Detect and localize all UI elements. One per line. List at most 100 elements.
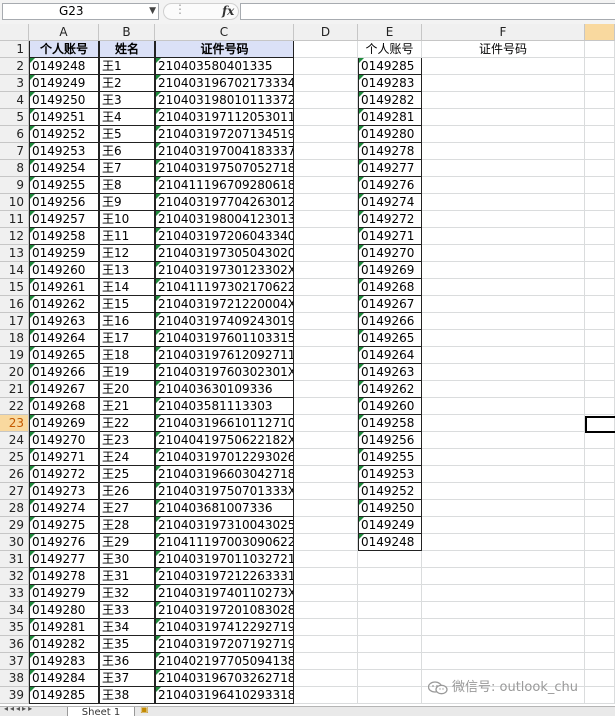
cell-g[interactable] [585, 143, 615, 160]
cell-f[interactable] [422, 296, 585, 313]
cell-c[interactable]: 210403197112053011 [155, 109, 294, 126]
cell-c[interactable]: 21040319721220004X [155, 296, 294, 313]
cell-g[interactable] [585, 228, 615, 245]
cell-b[interactable]: 王30 [99, 551, 155, 568]
cell-g[interactable] [585, 313, 615, 330]
cell-a[interactable]: 0149261 [29, 279, 99, 296]
cell-e[interactable] [358, 551, 422, 568]
cell-e[interactable]: 0149271 [358, 228, 422, 245]
cell-c[interactable]: 210403197212263331 [155, 568, 294, 585]
row-header[interactable]: 23 [0, 415, 29, 432]
cell-d[interactable] [294, 534, 358, 551]
cell-c[interactable]: 210403198004123013 [155, 211, 294, 228]
cell-b[interactable]: 王17 [99, 330, 155, 347]
cell-b[interactable]: 王8 [99, 177, 155, 194]
cell-d[interactable] [294, 415, 358, 432]
cell-g[interactable] [585, 585, 615, 602]
cell-b[interactable]: 王1 [99, 58, 155, 75]
cell-a[interactable]: 0149274 [29, 500, 99, 517]
cell-g[interactable] [585, 398, 615, 415]
row-header[interactable]: 22 [0, 398, 29, 415]
cell-b[interactable]: 王36 [99, 653, 155, 670]
cell-d[interactable] [294, 398, 358, 415]
cell-c[interactable]: 210403197409243019 [155, 313, 294, 330]
cell-d[interactable] [294, 58, 358, 75]
cell-a[interactable]: 0149256 [29, 194, 99, 211]
cell-b[interactable]: 王23 [99, 432, 155, 449]
cell-g[interactable] [585, 619, 615, 636]
cell-g[interactable] [585, 41, 615, 58]
cell-d[interactable] [294, 551, 358, 568]
cell-b[interactable]: 王28 [99, 517, 155, 534]
cell-d[interactable] [294, 483, 358, 500]
cell-a[interactable]: 0149257 [29, 211, 99, 228]
cell-c[interactable]: 210403197207192719 [155, 636, 294, 653]
cell-e[interactable]: 0149253 [358, 466, 422, 483]
cell-g[interactable] [585, 517, 615, 534]
row-header[interactable]: 29 [0, 517, 29, 534]
cell-b[interactable]: 王2 [99, 75, 155, 92]
cell-d[interactable] [294, 211, 358, 228]
cell-a[interactable]: 0149255 [29, 177, 99, 194]
cell-f[interactable] [422, 500, 585, 517]
cell-b[interactable]: 王15 [99, 296, 155, 313]
row-header[interactable]: 14 [0, 262, 29, 279]
cell-c[interactable]: 210403197310043025 [155, 517, 294, 534]
cell-c[interactable]: 21040319760302301X [155, 364, 294, 381]
cell-g[interactable] [585, 160, 615, 177]
cell-f[interactable] [422, 58, 585, 75]
column-header-b[interactable]: B [99, 24, 155, 41]
row-header[interactable]: 26 [0, 466, 29, 483]
cell-f[interactable] [422, 602, 585, 619]
cell-f[interactable] [422, 313, 585, 330]
cell-c[interactable]: 证件号码 [155, 41, 294, 58]
row-header[interactable]: 11 [0, 211, 29, 228]
row-header[interactable]: 5 [0, 109, 29, 126]
cell-a[interactable]: 0149281 [29, 619, 99, 636]
row-header[interactable]: 32 [0, 568, 29, 585]
cell-c[interactable]: 210403197601103315 [155, 330, 294, 347]
row-header[interactable]: 16 [0, 296, 29, 313]
cell-b[interactable]: 王10 [99, 211, 155, 228]
cell-a[interactable]: 0149251 [29, 109, 99, 126]
cell-c[interactable]: 210403580401335 [155, 58, 294, 75]
cell-b[interactable]: 王26 [99, 483, 155, 500]
row-header[interactable]: 25 [0, 449, 29, 466]
cell-e[interactable] [358, 568, 422, 585]
cell-f[interactable] [422, 109, 585, 126]
row-header[interactable]: 35 [0, 619, 29, 636]
cell-g[interactable] [585, 296, 615, 313]
cell-c[interactable]: 210403196703262718 [155, 670, 294, 687]
cell-g[interactable] [585, 653, 615, 670]
cell-b[interactable]: 王5 [99, 126, 155, 143]
cell-f[interactable] [422, 517, 585, 534]
cell-b[interactable]: 王31 [99, 568, 155, 585]
row-header[interactable]: 4 [0, 92, 29, 109]
row-header[interactable]: 18 [0, 330, 29, 347]
cell-e[interactable]: 0149255 [358, 449, 422, 466]
cell-e[interactable]: 0149269 [358, 262, 422, 279]
cell-d[interactable] [294, 619, 358, 636]
cell-b[interactable]: 王3 [99, 92, 155, 109]
row-header[interactable]: 3 [0, 75, 29, 92]
cell-f[interactable] [422, 466, 585, 483]
cell-b[interactable]: 王11 [99, 228, 155, 245]
cell-a[interactable]: 0149277 [29, 551, 99, 568]
cell-c[interactable]: 210403581113303 [155, 398, 294, 415]
cell-e[interactable] [358, 585, 422, 602]
cell-a[interactable]: 0149272 [29, 466, 99, 483]
row-header[interactable]: 13 [0, 245, 29, 262]
cell-g[interactable] [585, 279, 615, 296]
row-header[interactable]: 39 [0, 687, 29, 704]
cell-c[interactable]: 210403197012293026 [155, 449, 294, 466]
cell-g[interactable] [585, 500, 615, 517]
row-header[interactable]: 21 [0, 381, 29, 398]
column-header-f[interactable]: F [422, 24, 585, 41]
cell-c[interactable]: 210411197003090622 [155, 534, 294, 551]
cell-a[interactable]: 0149282 [29, 636, 99, 653]
cell-e[interactable]: 0149249 [358, 517, 422, 534]
row-header[interactable]: 38 [0, 670, 29, 687]
cell-f[interactable]: 证件号码 [422, 41, 585, 58]
cell-e[interactable]: 0149265 [358, 330, 422, 347]
cell-a[interactable]: 0149250 [29, 92, 99, 109]
